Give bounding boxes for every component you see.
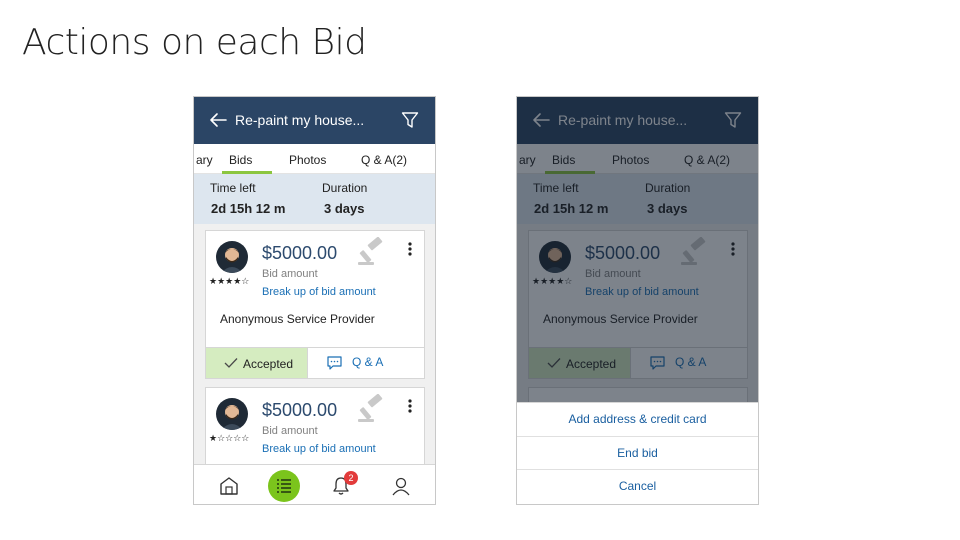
app-bar: Re-paint my house... bbox=[194, 97, 435, 144]
header-title: Re-paint my house... bbox=[235, 112, 365, 128]
add-address-credit-card-button[interactable]: Add address & credit card bbox=[517, 403, 758, 436]
nav-notifications[interactable]: 2 bbox=[311, 465, 371, 504]
phone-screen-action-sheet: Re-paint my house... ary Bids Photos Q &… bbox=[516, 96, 759, 505]
provider-name: Anonymous Service Provider bbox=[220, 312, 375, 326]
accepted-status: Accepted bbox=[206, 348, 307, 378]
list-icon bbox=[277, 479, 291, 493]
bid-amount-label: Bid amount bbox=[262, 425, 318, 437]
avatar bbox=[216, 398, 248, 430]
rating-stars: ★☆☆☆☆ bbox=[209, 433, 250, 443]
tab-bids[interactable]: Bids bbox=[229, 153, 252, 167]
chat-icon bbox=[327, 356, 342, 370]
bid-list: ★★★★☆ $5000.00 Bid amount Break up of bi… bbox=[194, 224, 435, 477]
bid-amount: $5000.00 bbox=[262, 400, 338, 420]
more-options-icon[interactable] bbox=[406, 398, 414, 414]
tab-qa[interactable]: Q & A(2) bbox=[361, 153, 407, 167]
nav-list[interactable] bbox=[254, 465, 314, 504]
nav-profile[interactable] bbox=[371, 465, 431, 504]
tab-bar: ary Bids Photos Q & A(2) bbox=[194, 144, 435, 174]
bottom-nav: 2 bbox=[194, 464, 435, 504]
duration-label: Duration bbox=[322, 181, 368, 195]
gavel-icon bbox=[358, 237, 383, 265]
time-left-label: Time left bbox=[210, 181, 256, 195]
notification-badge: 2 bbox=[344, 471, 358, 485]
phone-screen-bids: Re-paint my house... ary Bids Photos Q &… bbox=[193, 96, 436, 505]
nav-home[interactable] bbox=[199, 465, 259, 504]
bid-amount-label: Bid amount bbox=[262, 268, 318, 280]
card-actions: Accepted Q & A bbox=[206, 347, 424, 378]
bid-card[interactable]: ★★★★☆ $5000.00 Bid amount Break up of bi… bbox=[205, 230, 425, 379]
gavel-icon bbox=[358, 394, 383, 422]
more-options-icon[interactable] bbox=[406, 241, 414, 257]
breakup-link[interactable]: Break up of bid amount bbox=[262, 443, 376, 455]
breakup-link[interactable]: Break up of bid amount bbox=[262, 286, 376, 298]
back-arrow-icon[interactable] bbox=[208, 110, 228, 130]
check-icon bbox=[224, 358, 238, 368]
slide-title: Actions on each Bid bbox=[22, 22, 367, 63]
qa-label: Q & A bbox=[352, 355, 384, 369]
tab-photos[interactable]: Photos bbox=[289, 153, 326, 167]
duration-value: 3 days bbox=[324, 201, 365, 216]
qa-button[interactable]: Q & A bbox=[307, 348, 424, 378]
profile-icon bbox=[392, 477, 410, 496]
rating-stars: ★★★★☆ bbox=[209, 276, 250, 286]
action-sheet: Add address & credit card End bid Cancel bbox=[517, 402, 758, 504]
end-bid-button[interactable]: End bid bbox=[517, 436, 758, 469]
home-icon bbox=[220, 477, 238, 495]
cancel-button[interactable]: Cancel bbox=[517, 469, 758, 502]
bid-info-band: Time left 2d 15h 12 m Duration 3 days bbox=[194, 174, 435, 224]
tab-summary[interactable]: ary bbox=[196, 153, 213, 167]
avatar bbox=[216, 241, 248, 273]
bid-amount: $5000.00 bbox=[262, 243, 338, 263]
accepted-label: Accepted bbox=[243, 357, 294, 371]
filter-icon[interactable] bbox=[401, 111, 419, 129]
time-left-value: 2d 15h 12 m bbox=[211, 201, 286, 216]
